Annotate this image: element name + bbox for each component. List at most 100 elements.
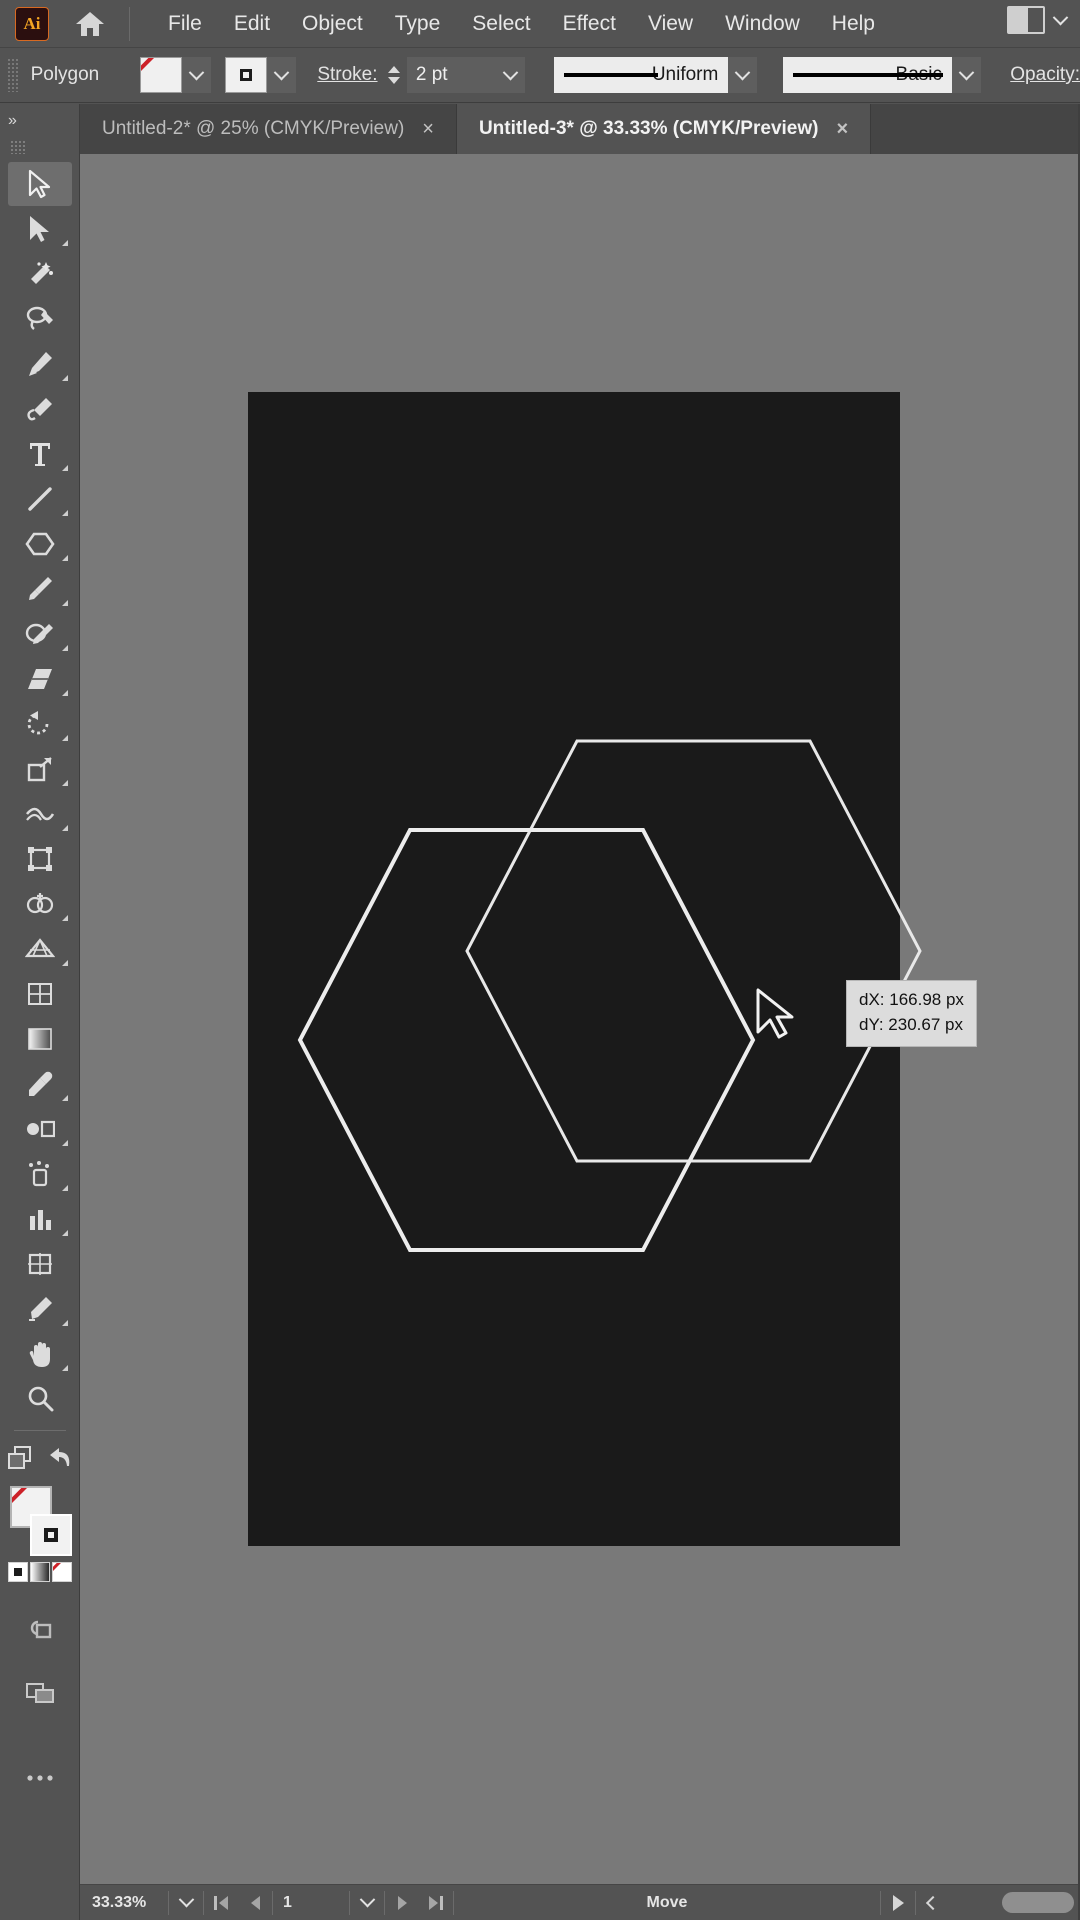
first-page-icon[interactable] bbox=[204, 1885, 238, 1920]
direct-selection-tool[interactable] bbox=[8, 207, 72, 251]
chevron-down-icon[interactable] bbox=[1052, 9, 1069, 25]
type-tool[interactable] bbox=[8, 432, 72, 476]
column-graph-tool[interactable] bbox=[8, 1197, 72, 1241]
last-page-icon[interactable] bbox=[419, 1885, 453, 1920]
page-number-caret[interactable] bbox=[350, 1885, 384, 1920]
color-mode-color[interactable] bbox=[7, 1562, 28, 1582]
menu-divider bbox=[129, 6, 130, 41]
menu-item-object[interactable]: Object bbox=[286, 6, 379, 42]
document-canvas[interactable]: dX: 166.98 px dY: 230.67 px bbox=[80, 154, 1080, 1884]
ellipsis-icon[interactable] bbox=[8, 1756, 72, 1800]
page-number-input[interactable]: 1 bbox=[273, 1885, 349, 1920]
stroke-profile-value: Uniform bbox=[651, 64, 719, 85]
symbol-sprayer-tool[interactable] bbox=[8, 1152, 72, 1196]
double-chevron-right-icon[interactable]: » bbox=[0, 104, 79, 138]
paintbrush-tool[interactable] bbox=[8, 567, 72, 611]
gradient-tool[interactable] bbox=[8, 1017, 72, 1061]
tooltip-dy: dY: 230.67 px bbox=[859, 1014, 963, 1034]
status-bar: 33.33% 1 Move bbox=[80, 1884, 1080, 1920]
workspace-switcher[interactable] bbox=[1007, 6, 1069, 34]
color-mode-row bbox=[7, 1562, 72, 1582]
scale-tool[interactable] bbox=[8, 747, 72, 791]
magic-wand-tool[interactable] bbox=[8, 252, 72, 296]
perspective-grid-tool[interactable] bbox=[8, 927, 72, 971]
line-segment-tool[interactable] bbox=[8, 477, 72, 521]
menu-item-window[interactable]: Window bbox=[709, 6, 816, 42]
opacity-label: Opacity: bbox=[1010, 64, 1080, 85]
stroke-swatch[interactable] bbox=[224, 57, 268, 93]
stroke-weight-caret[interactable] bbox=[495, 57, 525, 93]
mesh-tool[interactable] bbox=[8, 972, 72, 1016]
draw-normal-icon[interactable] bbox=[8, 1608, 72, 1652]
play-triangle-icon[interactable] bbox=[881, 1885, 915, 1920]
control-bar: Polygon Stroke: 2 pt Uniform Basic Opaci… bbox=[0, 47, 1080, 103]
hexagon-original bbox=[297, 828, 756, 1252]
pen-tool[interactable] bbox=[8, 342, 72, 386]
close-icon[interactable]: × bbox=[836, 119, 848, 139]
control-bar-grip[interactable] bbox=[7, 58, 19, 92]
document-tab-untitled-3[interactable]: Untitled-3* @ 33.33% (CMYK/Preview) × bbox=[456, 104, 872, 154]
hexagon-moved-preview bbox=[465, 739, 922, 1163]
zoom-level-input[interactable]: 33.33% bbox=[80, 1885, 168, 1920]
free-transform-tool[interactable] bbox=[8, 837, 72, 881]
chevron-left-icon[interactable] bbox=[916, 1885, 950, 1920]
menu-item-file[interactable]: File bbox=[152, 6, 218, 42]
curvature-tool[interactable] bbox=[8, 387, 72, 431]
close-icon[interactable]: × bbox=[422, 119, 434, 139]
stroke-swatch[interactable] bbox=[29, 1514, 72, 1556]
tab-title: Untitled-2* @ 25% (CMYK/Preview) bbox=[102, 118, 405, 139]
undo-arrow-icon[interactable] bbox=[47, 1446, 73, 1475]
lasso-tool[interactable] bbox=[8, 297, 72, 341]
zoom-level-caret[interactable] bbox=[169, 1885, 203, 1920]
stroke-profile-caret[interactable] bbox=[728, 57, 758, 93]
menu-item-effect[interactable]: Effect bbox=[547, 6, 632, 42]
tooltip-dx: dX: 166.98 px bbox=[859, 990, 964, 1009]
rotate-tool[interactable] bbox=[8, 702, 72, 746]
illustrator-window: Ai File Edit Object Type Select Effect V… bbox=[0, 0, 1080, 1920]
ai-logo-icon: Ai bbox=[15, 6, 49, 41]
slice-tool[interactable] bbox=[8, 1287, 72, 1331]
brush-definition-select[interactable]: Basic bbox=[782, 57, 952, 93]
blend-tool[interactable] bbox=[8, 1107, 72, 1151]
menu-item-select[interactable]: Select bbox=[456, 6, 546, 42]
menu-item-help[interactable]: Help bbox=[816, 6, 891, 42]
screen-mode-icon[interactable] bbox=[8, 1671, 72, 1715]
zoom-tool[interactable] bbox=[8, 1377, 72, 1421]
polygon-shape-tool[interactable] bbox=[8, 522, 72, 566]
color-mode-none[interactable] bbox=[51, 1562, 72, 1582]
horizontal-scrollbar-thumb[interactable] bbox=[1002, 1892, 1074, 1913]
stroke-weight-stepper[interactable] bbox=[386, 66, 403, 84]
shaper-tool[interactable] bbox=[8, 612, 72, 656]
brush-line-preview bbox=[792, 73, 943, 77]
stroke-swatch-caret[interactable] bbox=[267, 57, 297, 93]
menu-bar: Ai File Edit Object Type Select Effect V… bbox=[0, 0, 1080, 47]
shape-builder-tool[interactable] bbox=[8, 882, 72, 926]
home-icon[interactable] bbox=[67, 0, 113, 47]
fill-stroke-proxy[interactable] bbox=[8, 1486, 72, 1556]
workspace-switcher-icon[interactable] bbox=[1007, 6, 1045, 34]
status-text: Move bbox=[646, 1893, 688, 1911]
menu-item-type[interactable]: Type bbox=[379, 6, 457, 42]
menu-item-view[interactable]: View bbox=[632, 6, 709, 42]
width-tool[interactable] bbox=[8, 792, 72, 836]
brush-caret[interactable] bbox=[952, 57, 981, 93]
selection-tool[interactable] bbox=[7, 162, 72, 206]
hand-tool[interactable] bbox=[8, 1332, 72, 1376]
fill-swatch[interactable] bbox=[139, 57, 183, 93]
stroke-label: Stroke: bbox=[317, 64, 378, 85]
tools-panel-grip[interactable] bbox=[10, 140, 26, 154]
arrange-documents-icon[interactable] bbox=[7, 1445, 33, 1476]
next-page-icon[interactable] bbox=[385, 1885, 419, 1920]
eraser-tool[interactable] bbox=[8, 657, 72, 701]
profile-line-preview bbox=[564, 73, 659, 77]
eyedropper-tool[interactable] bbox=[8, 1062, 72, 1106]
artboard-tool[interactable] bbox=[8, 1242, 72, 1286]
previous-page-icon[interactable] bbox=[238, 1885, 272, 1920]
stroke-profile-select[interactable]: Uniform bbox=[554, 57, 729, 93]
document-tab-untitled-2[interactable]: Untitled-2* @ 25% (CMYK/Preview) × bbox=[80, 104, 457, 154]
color-mode-gradient[interactable] bbox=[29, 1562, 50, 1582]
stroke-weight-input[interactable]: 2 pt bbox=[406, 57, 496, 93]
fill-swatch-caret[interactable] bbox=[182, 57, 212, 93]
menu-item-edit[interactable]: Edit bbox=[218, 6, 286, 42]
tab-title: Untitled-3* @ 33.33% (CMYK/Preview) bbox=[478, 118, 819, 139]
